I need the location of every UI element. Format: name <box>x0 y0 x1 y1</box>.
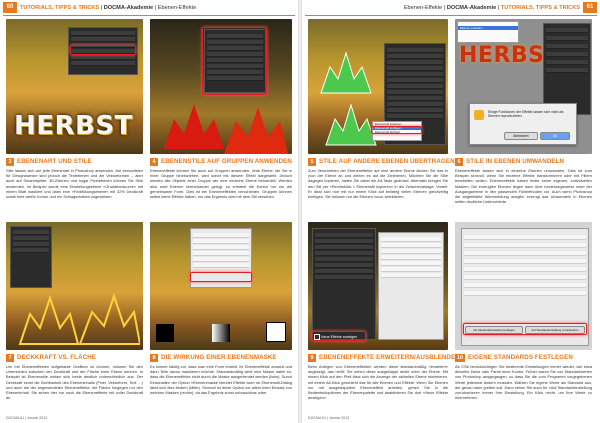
caption-3: 3 EBENENART UND STILE <box>6 158 92 166</box>
defaults-highlight <box>463 323 587 335</box>
page-gutter <box>298 0 302 423</box>
ok-button[interactable]: OK <box>540 132 570 140</box>
body-text-5: Zum Verschieben der Ebeneneffekte auf ei… <box>308 168 448 200</box>
caption-9: 9 EBENENEFFEKTE ERWEITERN/AUSBLENDEN <box>308 354 460 362</box>
right-page: Ebenen-Effekte | DOCMA-Akademie | TUTORI… <box>300 0 600 423</box>
body-text-3: Stile lassen sich auf jede Ebenenart in … <box>6 168 143 200</box>
header-title-pre: Ebenen-Effekte | <box>403 5 446 11</box>
running-header-right: Ebenen-Effekte | DOCMA-Akademie | TUTORI… <box>404 3 580 13</box>
leaf-outlines-icon <box>18 292 140 345</box>
body-text-9: Beim Anlegen von Ebeneneffekten werden d… <box>308 364 448 401</box>
header-separator: | <box>100 5 103 11</box>
panel-options-dialog <box>378 232 444 340</box>
highlight-box-group <box>202 27 267 95</box>
caption-10: 10 EIGENE STANDARDS FESTLEGEN <box>455 354 573 362</box>
checkbox-highlight <box>312 331 366 341</box>
highlight-box <box>70 45 136 55</box>
caption-8: 8 DIE WIRKUNG EINER EBENENMASKE <box>150 354 277 362</box>
body-text-6: Ebeneneffekte lassen sich in einzelne Eb… <box>455 168 592 205</box>
body-text-7: Um mit Ebeneneffekten aufgebaute Grafike… <box>6 364 143 401</box>
photo-copy-styles: Ebenenstil kopieren Ebenenstil einfügen … <box>308 19 448 154</box>
warning-icon <box>474 110 484 120</box>
photo-herbst-layer-types: HERBST <box>6 19 143 154</box>
header-section: TUTORIALS, TIPPS & TRICKS <box>500 5 580 11</box>
mask-thumb-3 <box>266 322 286 342</box>
photo-groups-leaves <box>150 19 292 154</box>
cancel-button[interactable]: Abbrechen <box>504 132 538 140</box>
layers-panel-opacity <box>10 226 52 288</box>
photo-layer-mask <box>150 222 292 350</box>
caption-7: 7 DECKKRAFT VS. FLÄCHE <box>6 354 96 362</box>
photo-opacity-vs-fill <box>6 222 143 350</box>
mask-thumb-2 <box>212 324 230 342</box>
layer-menu: Ebenen erstellen <box>457 21 519 43</box>
page-number-right: 61 <box>583 2 597 13</box>
photo-styles-to-layers: HERBST Ebenen erstellen Einige Funktione… <box>455 19 592 154</box>
footer-right: DOCMA 61 | Januar 2013 <box>308 416 350 420</box>
warning-message: Einige Funktionen der Effekte lassen sic… <box>488 110 564 119</box>
menu-item[interactable] <box>458 30 518 34</box>
body-text-4: Ebeneneffekte können Sie auch auf Gruppe… <box>150 168 292 200</box>
layers-panel-convert <box>543 23 591 115</box>
body-text-10: Ab CS6 berücksichtigen Sie bestimmte Ein… <box>455 364 592 401</box>
running-header-left: TUTORIALS, TIPPS & TRICKS | DOCMA-Akadem… <box>20 3 196 13</box>
header-title: DOCMA-Akademie <box>103 5 154 11</box>
magazine-spread: 60 TUTORIALS, TIPPS & TRICKS | DOCMA-Aka… <box>0 0 600 423</box>
body-text-8: Es kommt häufig vor, dass man eine Form … <box>150 364 292 396</box>
photo-default-settings: Als Standardeinstellung festlegen Auf St… <box>455 222 592 350</box>
mask-thumb-1 <box>156 324 174 342</box>
paste-highlight <box>371 126 422 134</box>
left-page: 60 TUTORIALS, TIPPS & TRICKS | DOCMA-Aka… <box>0 0 300 423</box>
mask-option-highlight <box>190 272 252 282</box>
layers-panel-expand <box>312 228 376 340</box>
caption-4: 4 EBENENSTILE AUF GRUPPEN ANWENDEN <box>150 158 292 166</box>
herbst-title-left: HERBST <box>14 111 133 141</box>
caption-5: 5 STILE AUF ANDERE EBENEN ÜBERTRAGEN <box>308 158 455 166</box>
photo-expand-effects: Neue Effekte anzeigen <box>308 222 448 350</box>
page-number-left: 60 <box>3 2 17 13</box>
red-maple-leaves-icon <box>164 104 288 154</box>
header-rule <box>3 15 295 16</box>
warning-dialog: Einige Funktionen der Effekte lassen sic… <box>469 103 577 145</box>
footer-left: DOCMA 61 | Januar 2013 <box>6 416 48 420</box>
header-rule <box>305 15 597 16</box>
header-subtitle: | Ebenen-Effekte <box>154 5 197 11</box>
header-title: DOCMA-Akademie <box>446 5 497 11</box>
caption-6: 6 STILE IN EBENEN UMWANDELN <box>455 158 564 166</box>
header-separator: | <box>497 5 500 11</box>
header-section: TUTORIALS, TIPPS & TRICKS <box>20 5 100 11</box>
